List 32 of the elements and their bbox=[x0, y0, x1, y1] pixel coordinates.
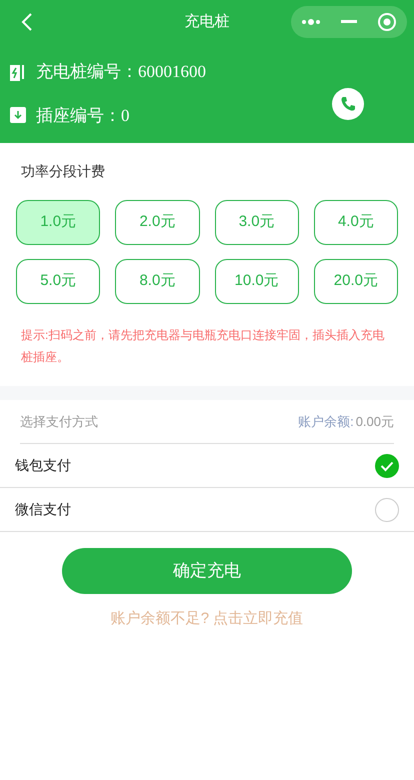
socket-icon bbox=[10, 107, 26, 124]
recharge-link[interactable]: 账户余额不足? 点击立即充值 bbox=[110, 608, 304, 630]
back-icon[interactable] bbox=[20, 12, 34, 32]
check-icon[interactable] bbox=[375, 454, 399, 478]
price-option[interactable]: 2.0元 bbox=[115, 200, 200, 245]
socket-number: 插座编号：0 bbox=[36, 104, 130, 126]
more-icon[interactable] bbox=[301, 18, 321, 26]
price-option[interactable]: 10.0元 bbox=[214, 259, 299, 304]
charging-pile-icon bbox=[10, 62, 26, 81]
payment-option[interactable]: 微信支付 bbox=[0, 488, 414, 532]
payment-label: 微信支付 bbox=[15, 500, 71, 519]
radio-icon[interactable] bbox=[375, 498, 399, 522]
confirm-button[interactable]: 确定充电 bbox=[62, 548, 352, 594]
capsule-menu[interactable] bbox=[291, 6, 407, 38]
payment-label: 钱包支付 bbox=[15, 456, 71, 475]
price-option[interactable]: 1.0元 bbox=[16, 200, 100, 245]
price-option[interactable]: 4.0元 bbox=[314, 200, 398, 245]
price-option[interactable]: 5.0元 bbox=[16, 259, 100, 304]
payment-title: 选择支付方式 bbox=[20, 412, 98, 431]
price-option[interactable]: 20.0元 bbox=[314, 259, 398, 304]
balance-label: 账户余额: bbox=[298, 412, 354, 431]
payment-option[interactable]: 钱包支付 bbox=[0, 444, 414, 488]
price-option[interactable]: 8.0元 bbox=[115, 259, 200, 304]
page-title: 充电桩 bbox=[184, 12, 230, 32]
section-title: 功率分段计费 bbox=[20, 162, 106, 181]
tip-text: 提示:扫码之前，请先把充电器与电瓶充电口连接牢固，插头插入充电桩插座。 bbox=[20, 327, 386, 366]
close-icon[interactable] bbox=[377, 12, 397, 32]
minimize-icon[interactable] bbox=[341, 20, 357, 24]
price-option[interactable]: 3.0元 bbox=[214, 200, 299, 245]
balance-value: 0.00元 bbox=[356, 412, 394, 431]
phone-icon[interactable] bbox=[332, 88, 364, 120]
pile-number: 充电桩编号：60001600 bbox=[36, 61, 206, 83]
